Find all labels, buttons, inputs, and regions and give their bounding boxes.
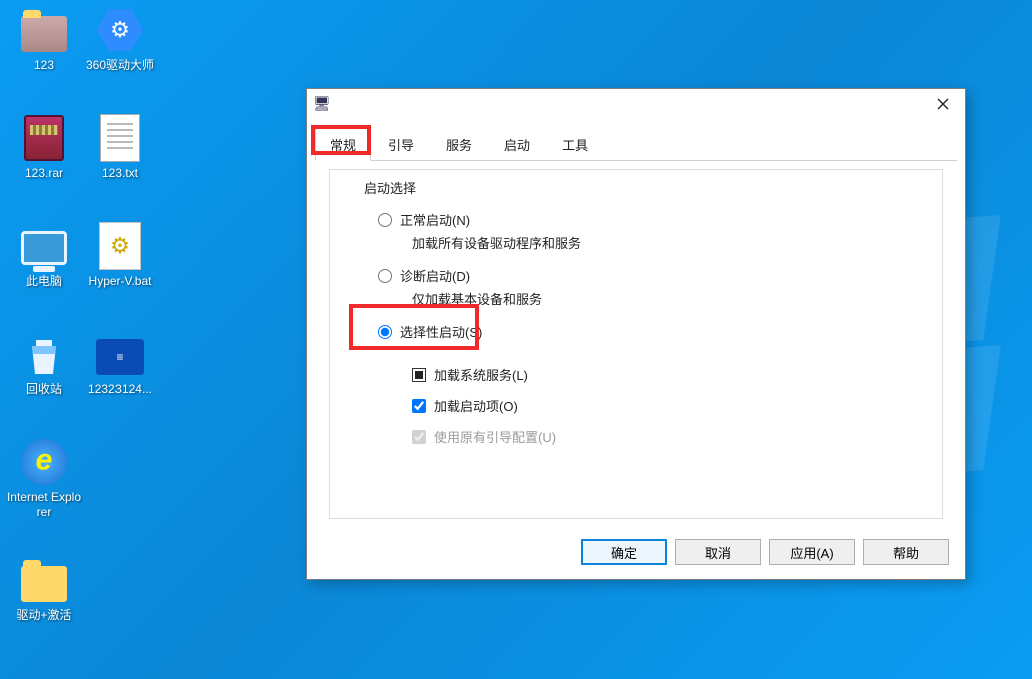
radio-label: 诊断启动(D): [400, 266, 470, 285]
tab-boot[interactable]: 引导: [373, 128, 429, 161]
radio-normal-startup[interactable]: 正常启动(N): [378, 210, 906, 229]
titlebar[interactable]: 🖥: [307, 89, 965, 119]
checkbox-load-system-services[interactable]: 加载系统服务(L): [412, 365, 906, 384]
tab-general[interactable]: 常规: [315, 128, 371, 161]
desktop-icon-ie[interactable]: Internet Explorer: [6, 438, 82, 520]
icon-label: 123.rar: [6, 166, 82, 181]
desktop-icon-shortcut[interactable]: ≡ 1232З124...: [82, 330, 158, 397]
radio-label: 选择性启动(S): [400, 322, 482, 341]
icon-label: 驱动+激活: [6, 608, 82, 623]
checkbox-load-startup-items[interactable]: 加载启动项(O): [412, 396, 906, 415]
checkbox-label: 使用原有引导配置(U): [434, 427, 556, 446]
cancel-button[interactable]: 取消: [675, 539, 761, 565]
desktop-icon-123-txt[interactable]: 123.txt: [82, 114, 158, 181]
tab-services[interactable]: 服务: [431, 128, 487, 161]
checkbox-use-original-boot: 使用原有引导配置(U): [412, 427, 906, 446]
icon-label: 360驱动大师: [82, 58, 158, 73]
group-legend: 启动选择: [358, 178, 422, 197]
tab-startup[interactable]: 启动: [489, 128, 545, 161]
diagnostic-startup-desc: 仅加载基本设备和服务: [412, 289, 906, 308]
checkbox-label: 加载启动项(O): [434, 396, 518, 415]
apply-button[interactable]: 应用(A): [769, 539, 855, 565]
radio-label: 正常启动(N): [400, 210, 470, 229]
desktop-icon-folder-123[interactable]: 123: [6, 6, 82, 73]
general-panel: 启动选择 正常启动(N) 加载所有设备驱动程序和服务 诊断启动(D) 仅加载基本…: [329, 169, 943, 519]
close-icon: [937, 98, 949, 110]
icon-label: Internet Explorer: [6, 490, 82, 520]
tab-tools[interactable]: 工具: [547, 128, 603, 161]
ok-button[interactable]: 确定: [581, 539, 667, 565]
help-button[interactable]: 帮助: [863, 539, 949, 565]
desktop-icon-360-driver[interactable]: 360驱动大师: [82, 6, 158, 73]
normal-startup-desc: 加载所有设备驱动程序和服务: [412, 233, 906, 252]
desktop-icon-activate-folder[interactable]: 驱动+激活: [6, 556, 82, 623]
tab-row: 常规 引导 服务 启动 工具: [315, 127, 957, 161]
icon-label: 123.txt: [82, 166, 158, 181]
radio-selective-startup[interactable]: 选择性启动(S): [378, 322, 906, 341]
radio-diagnostic-startup[interactable]: 诊断启动(D): [378, 266, 906, 285]
desktop-icon-this-pc[interactable]: 此电脑: [6, 222, 82, 289]
checkbox-label: 加载系统服务(L): [434, 365, 528, 384]
app-icon: 🖥: [313, 95, 331, 113]
mixed-checkbox-icon: [412, 368, 426, 382]
icon-label: 回收站: [6, 382, 82, 397]
startup-selection-group: 启动选择 正常启动(N) 加载所有设备驱动程序和服务 诊断启动(D) 仅加载基本…: [348, 188, 924, 458]
icon-label: 1232З124...: [82, 382, 158, 397]
desktop-icon-hyperv-bat[interactable]: Hyper-V.bat: [82, 222, 158, 289]
msconfig-dialog: 🖥 常规 引导 服务 启动 工具 启动选择 正常启动(N) 加载所有设备驱动程序…: [306, 88, 966, 580]
desktop-icon-123-rar[interactable]: 123.rar: [6, 114, 82, 181]
desktop-icon-recycle-bin[interactable]: 回收站: [6, 330, 82, 397]
icon-label: 此电脑: [6, 274, 82, 289]
dialog-button-row: 确定 取消 应用(A) 帮助: [581, 539, 949, 565]
icon-label: Hyper-V.bat: [82, 274, 158, 289]
close-button[interactable]: [921, 89, 965, 119]
icon-label: 123: [6, 58, 82, 73]
